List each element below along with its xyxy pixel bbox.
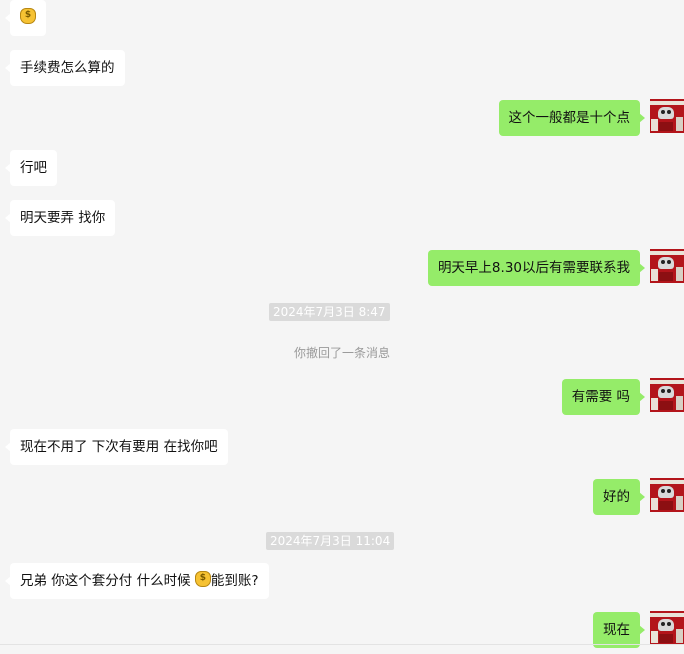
message-text: 现在 <box>603 622 630 638</box>
message-text: 有需要 吗 <box>571 389 630 405</box>
message-text: 明天早上8.30以后有需要联系我 <box>437 260 630 276</box>
message-text: 手续费怎么算的 <box>20 60 115 76</box>
message-bubble-incoming[interactable]: 兄弟 你这个套分付 什么时候 能到账? <box>5 563 269 599</box>
money-bag-icon <box>20 8 36 24</box>
message-bubble-incoming[interactable]: 手续费怎么算的 <box>5 50 125 86</box>
message-text: 明天要弄 找你 <box>20 210 106 226</box>
message-bubble-outgoing[interactable]: 有需要 吗 <box>561 379 646 415</box>
message-bubble-incoming[interactable] <box>5 0 46 36</box>
message-text-after: 能到账? <box>210 573 259 589</box>
message-text: 行吧 <box>20 160 47 176</box>
message-text: 好的 <box>603 489 630 505</box>
user-avatar-icon[interactable] <box>650 249 684 283</box>
user-avatar-icon[interactable] <box>650 478 684 512</box>
message-bubble-outgoing[interactable]: 好的 <box>593 479 645 515</box>
message-bubble-incoming[interactable]: 明天要弄 找你 <box>4 200 116 236</box>
recalled-message-notice: 你撤回了一条消息 <box>293 346 390 360</box>
divider <box>0 644 684 645</box>
message-bubble-outgoing[interactable]: 现在 <box>593 612 645 648</box>
message-bubble-outgoing[interactable]: 这个一般都是十个点 <box>498 100 645 136</box>
message-bubble-outgoing[interactable]: 明天早上8.30以后有需要联系我 <box>427 250 646 286</box>
user-avatar-icon[interactable] <box>650 99 684 133</box>
message-bubble-incoming[interactable]: 行吧 <box>5 150 57 186</box>
money-bag-icon <box>194 571 211 587</box>
user-avatar-icon[interactable] <box>650 611 684 645</box>
message-bubble-incoming[interactable]: 现在不用了 下次有要用 在找你吧 <box>5 429 228 465</box>
user-avatar-icon[interactable] <box>650 378 684 412</box>
timestamp: 2024年7月3日 11:04 <box>266 532 395 550</box>
message-text: 现在不用了 下次有要用 在找你吧 <box>20 439 218 455</box>
timestamp: 2024年7月3日 8:47 <box>269 303 390 321</box>
message-text-before: 兄弟 你这个套分付 什么时候 <box>20 573 195 589</box>
message-text: 这个一般都是十个点 <box>508 110 631 126</box>
